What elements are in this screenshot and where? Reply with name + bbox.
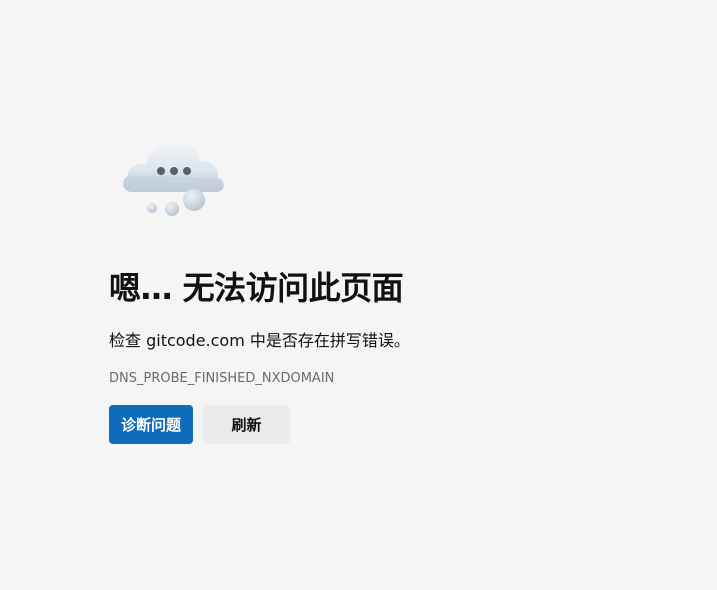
error-page: 嗯… 无法访问此页面 检查 gitcode.com 中是否存在拼写错误。 DNS… (0, 0, 717, 590)
cloud-shape (123, 140, 224, 192)
refresh-button[interactable]: 刷新 (203, 405, 290, 444)
error-code: DNS_PROBE_FINISHED_NXDOMAIN (109, 371, 335, 386)
cloud-thinking-icon (118, 134, 230, 222)
page-title: 嗯… 无法访问此页面 (109, 269, 404, 307)
diagnose-button[interactable]: 诊断问题 (109, 405, 193, 444)
error-message: 检查 gitcode.com 中是否存在拼写错误。 (109, 331, 410, 350)
